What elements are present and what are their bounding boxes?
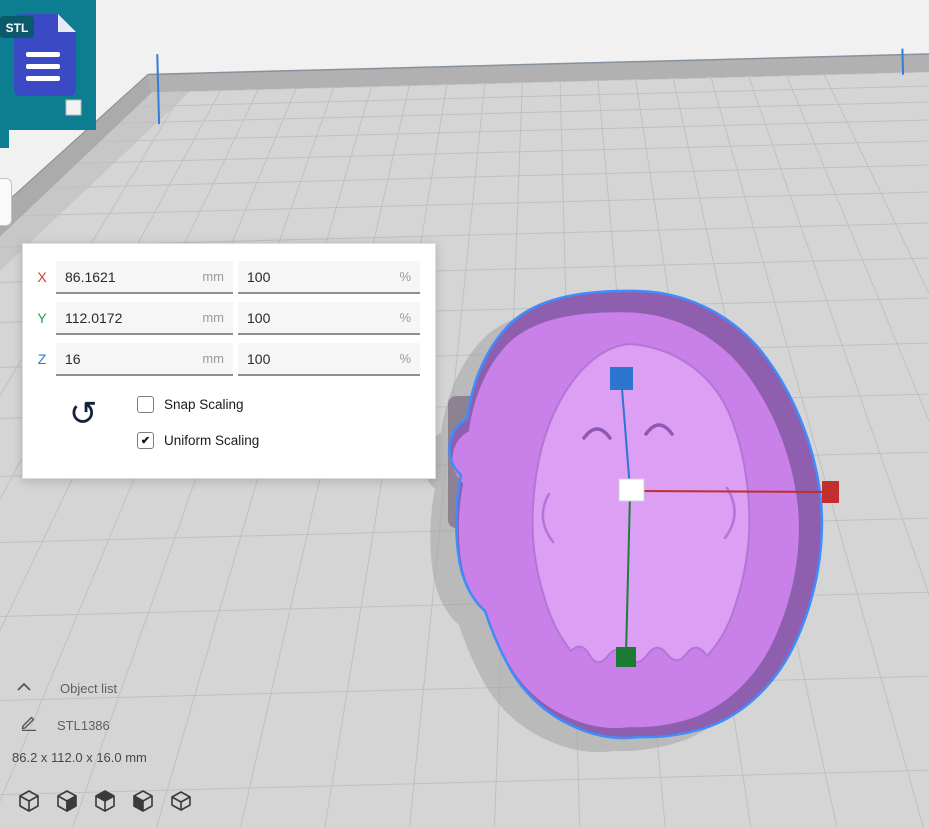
snap-scaling-label: Snap Scaling xyxy=(164,397,244,412)
scale-x-size-input[interactable] xyxy=(65,269,196,285)
gizmo-center-handle[interactable] xyxy=(619,479,644,501)
wireframe-view-icon[interactable] xyxy=(14,786,44,816)
scale-y-percent-input[interactable] xyxy=(247,310,393,326)
badge-notch xyxy=(0,130,9,148)
collapse-caret-icon[interactable] xyxy=(16,682,32,692)
solid-left-view-icon[interactable] xyxy=(128,786,158,816)
axis-z-label: Z xyxy=(33,343,51,376)
gizmo-x-handle[interactable] xyxy=(822,481,839,503)
solid-top-view-icon[interactable] xyxy=(90,786,120,816)
document-line xyxy=(26,52,60,57)
right-corner-marker xyxy=(902,49,903,75)
edit-pencil-icon[interactable] xyxy=(20,713,38,731)
scale-x-percent-field: % xyxy=(238,261,420,294)
gizmo-x-axis-line xyxy=(636,491,826,492)
scale-z-size-unit: mm xyxy=(202,351,224,366)
badge-cube xyxy=(66,100,81,115)
object-name[interactable]: STL1386 xyxy=(57,718,110,733)
stl-file-badge[interactable]: STL xyxy=(0,0,96,150)
document-line xyxy=(26,76,60,81)
flat-slab-view-icon[interactable] xyxy=(166,786,196,816)
scale-y-percent-unit: % xyxy=(399,310,411,325)
scale-z-percent-unit: % xyxy=(399,351,411,366)
object-list-header[interactable]: Object list xyxy=(60,681,117,696)
document-line xyxy=(26,64,60,69)
application-window: STL X mm % Y mm % Z mm % xyxy=(0,0,929,827)
scale-x-percent-unit: % xyxy=(399,269,411,284)
scale-z-size-input[interactable] xyxy=(65,351,196,367)
scale-z-percent-field: % xyxy=(238,343,420,376)
scale-z-percent-input[interactable] xyxy=(247,351,393,367)
axis-x-label: X xyxy=(33,261,51,294)
scale-x-size-unit: mm xyxy=(202,269,224,284)
axis-y-label: Y xyxy=(33,302,51,335)
scale-x-percent-input[interactable] xyxy=(247,269,393,285)
gizmo-y-handle[interactable] xyxy=(616,647,636,667)
uniform-scaling-checkbox[interactable] xyxy=(137,432,154,449)
scale-y-size-field: mm xyxy=(56,302,233,335)
reset-scale-icon[interactable]: ↺ xyxy=(69,394,98,434)
scale-z-size-field: mm xyxy=(56,343,233,376)
scale-x-size-field: mm xyxy=(56,261,233,294)
gizmo-z-handle[interactable] xyxy=(610,367,633,390)
scale-y-size-unit: mm xyxy=(202,310,224,325)
scale-tool-panel: X mm % Y mm % Z mm % ↺ Snap xyxy=(22,243,436,479)
stl-chip-label: STL xyxy=(6,21,29,35)
solid-right-view-icon[interactable] xyxy=(52,786,82,816)
collapsed-panel-tab[interactable] xyxy=(0,178,12,226)
object-dimensions: 86.2 x 112.0 x 16.0 mm xyxy=(12,750,147,765)
uniform-scaling-label: Uniform Scaling xyxy=(164,433,259,448)
scale-y-size-input[interactable] xyxy=(65,310,196,326)
scale-y-percent-field: % xyxy=(238,302,420,335)
snap-scaling-checkbox[interactable] xyxy=(137,396,154,413)
view-toolbar xyxy=(14,786,196,816)
mold-cavity-ghost xyxy=(532,344,749,662)
